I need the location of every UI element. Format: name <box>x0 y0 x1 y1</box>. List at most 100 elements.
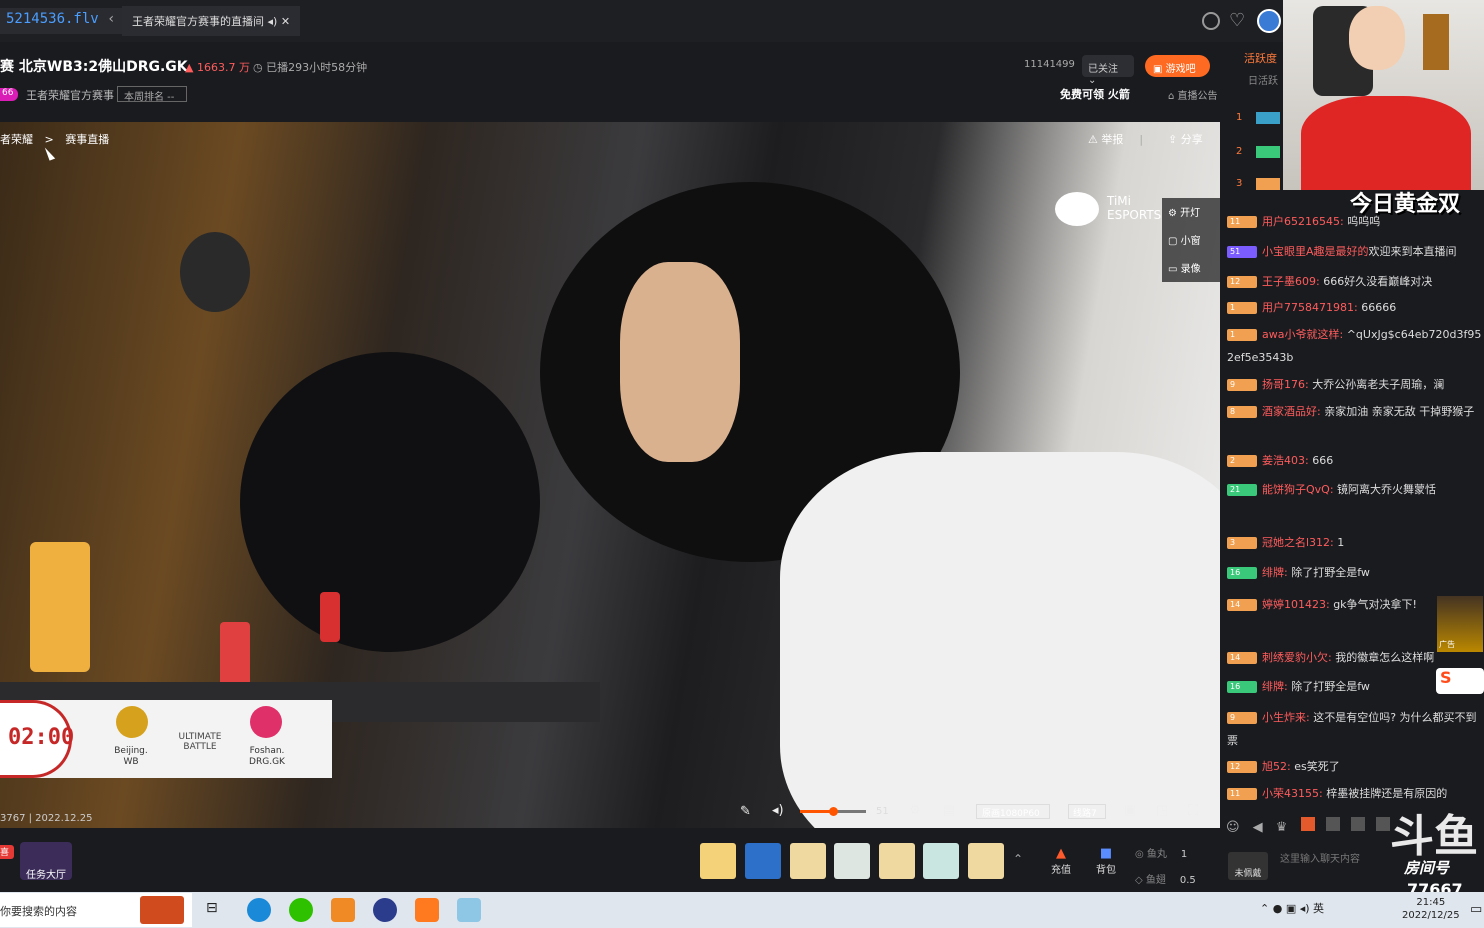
volume-slider[interactable] <box>800 807 866 816</box>
line-selector[interactable]: 线路7 <box>1068 804 1106 819</box>
chat-username[interactable]: 姜浩403: <box>1262 454 1309 467</box>
edit-icon[interactable]: ✎ <box>740 804 751 819</box>
url-fragment-tab[interactable]: 5214536.flv ‹ ○ <box>0 8 139 34</box>
video-side-tools: ⚙ 开灯 ▢ 小窗 ▭ 录像 <box>1162 198 1220 282</box>
chat-username[interactable]: 绯牌: <box>1262 566 1288 579</box>
input-method-icon[interactable]: S <box>1436 668 1484 694</box>
category-link[interactable]: 王者荣耀官方赛事 <box>26 87 114 103</box>
speaker-icon[interactable]: ◂) <box>1300 902 1313 915</box>
quality-selector[interactable]: 原画1080P60 <box>976 804 1050 819</box>
activity-ranking: 活跃度 日活跃 1 2 3 <box>1228 42 1284 192</box>
network-icon[interactable]: ▣ <box>1286 902 1300 915</box>
chat-username[interactable]: 绯牌: <box>1262 680 1288 693</box>
close-tab-icon[interactable]: ✕ <box>281 15 290 28</box>
microphone-icon[interactable]: ● <box>1273 902 1286 915</box>
chat-message: 16 绯牌: 除了打野全是fw <box>1227 561 1483 584</box>
notice-link[interactable]: ⌂ 直播公告 <box>1168 87 1218 102</box>
recharge-button[interactable]: ▲ 充值 <box>1051 846 1071 876</box>
gift-item[interactable] <box>790 843 826 879</box>
chat-input[interactable]: 这里输入聊天内容 <box>1280 850 1360 865</box>
megaphone-icon[interactable]: ◀ <box>1253 820 1263 835</box>
task-hall-button[interactable]: 任务大厅 <box>20 842 72 881</box>
chat-username[interactable]: awa小爷就这样: <box>1262 328 1343 341</box>
share-button[interactable]: ⇪ 分享 <box>1168 131 1203 147</box>
chevron-up-icon[interactable]: ⌃ <box>1260 902 1273 915</box>
fullscreen-icon[interactable]: ⛶ <box>1188 801 1199 819</box>
room-title: 赛 北京WB3:2佛山DRG.GK <box>0 59 188 75</box>
fan-badge: 9 <box>1227 712 1257 724</box>
weekly-rank-button[interactable]: 本周排名 -- <box>117 86 187 103</box>
side-ad[interactable]: 广告 <box>1437 596 1483 652</box>
free-rocket-link[interactable]: 免费可领 火箭 <box>1060 86 1130 102</box>
mini-window-button[interactable]: ▢ 小窗 <box>1168 232 1201 247</box>
browser-tab-active[interactable]: 王者荣耀官方赛事的直播间 ◂) ✕ <box>122 6 301 36</box>
emoji-icon[interactable]: ☺ <box>1226 820 1240 835</box>
gift-item[interactable] <box>879 843 915 879</box>
rank-badge <box>1256 178 1280 190</box>
rank-number: 1 <box>1236 112 1243 123</box>
user-avatar[interactable] <box>1257 9 1281 33</box>
fan-badge: 8 <box>1227 406 1257 418</box>
volume-icon[interactable]: ◂) <box>772 803 784 818</box>
fan-badge: 21 <box>1227 484 1257 496</box>
chat-username[interactable]: 用户65216545: <box>1262 215 1344 228</box>
taskbar-clock[interactable]: 21:45 2022/12/25 <box>1402 896 1460 922</box>
theater-mode-icon[interactable]: ▣ <box>1124 803 1136 818</box>
clock-icon: ◷ <box>253 61 267 74</box>
chat-message: 51 小宝眼里A趣是最好的欢迎来到本直播间 <box>1227 240 1483 263</box>
settings-icon[interactable]: ⚙ <box>909 803 921 818</box>
ime-indicator[interactable]: 英 <box>1313 902 1324 915</box>
activity-badge[interactable]: 喜 <box>0 845 14 859</box>
game-bar-button[interactable]: ▣ 游戏吧 <box>1145 55 1210 77</box>
history-icon[interactable] <box>1202 12 1220 30</box>
chat-username[interactable]: 用户7758471981: <box>1262 301 1358 314</box>
edge-icon[interactable] <box>247 898 271 922</box>
chat-tag-icon[interactable] <box>1300 817 1315 831</box>
fish-wing-balance: ◇ 鱼翅 0.5 <box>1135 875 1196 886</box>
chat-username[interactable]: 冠她之名l312: <box>1262 536 1334 549</box>
red-bottle <box>320 592 340 642</box>
web-fullscreen-icon[interactable]: ◳ <box>1156 803 1168 818</box>
chat-tag-icon[interactable] <box>1350 817 1365 831</box>
gift-item[interactable] <box>834 843 870 879</box>
breadcrumb-game[interactable]: 者荣耀 <box>0 133 33 146</box>
chat-tag-icon[interactable] <box>1325 817 1340 831</box>
gift-item[interactable] <box>745 843 781 879</box>
rank-title[interactable]: 活跃度 <box>1244 50 1277 66</box>
gift-item[interactable] <box>700 843 736 879</box>
chat-username[interactable]: 小荣43155: <box>1262 787 1323 800</box>
chat-username[interactable]: 刺绣爱豹小欠: <box>1262 651 1332 664</box>
follow-button[interactable]: 已关注 ⌄ <box>1082 55 1134 86</box>
browser-icon[interactable] <box>373 898 397 922</box>
notification-icon[interactable]: ▭ <box>1470 902 1482 917</box>
favorite-icon[interactable]: ♡ <box>1229 10 1245 31</box>
gift-item[interactable] <box>923 843 959 879</box>
chat-username[interactable]: 王子墨609: <box>1262 275 1320 288</box>
fan-badge: 16 <box>1227 567 1257 579</box>
chat-username[interactable]: 小宝眼里A趣是最好的 <box>1262 245 1369 258</box>
report-button[interactable]: ⚠ 举报 | <box>1088 131 1143 147</box>
crown-icon[interactable]: ♛ <box>1276 820 1288 835</box>
app-icon[interactable] <box>457 898 481 922</box>
task-view-icon[interactable]: ⊟ <box>206 900 218 916</box>
danmaku-icon[interactable]: ▤ <box>943 803 955 818</box>
camera-icon: ▭ <box>1168 264 1181 275</box>
douyu-app-icon[interactable] <box>415 898 439 922</box>
chat-username[interactable]: 婷婷101423: <box>1262 598 1330 611</box>
gift-item[interactable] <box>968 843 1004 879</box>
chat-tag-icon[interactable] <box>1375 817 1390 831</box>
fan-badge-selector[interactable]: 未佩戴 <box>1228 852 1268 880</box>
chat-username[interactable]: 旭52: <box>1262 760 1291 773</box>
chat-username[interactable]: 扬哥176: <box>1262 378 1309 391</box>
breadcrumb-live[interactable]: 赛事直播 <box>65 133 109 146</box>
record-button[interactable]: ▭ 录像 <box>1168 260 1201 275</box>
light-toggle[interactable]: ⚙ 开灯 <box>1168 204 1200 219</box>
chat-username[interactable]: 酒家酒品好: <box>1262 405 1321 418</box>
bag-button[interactable]: ■ 背包 <box>1096 846 1116 876</box>
chat-username[interactable]: 能饼狗子QvQ: <box>1262 483 1334 496</box>
clock-time: 21:45 <box>1416 897 1446 908</box>
app-icon[interactable] <box>331 898 355 922</box>
chevron-up-icon[interactable]: ⌃ <box>1013 852 1023 866</box>
chat-username[interactable]: 小生炸来: <box>1262 711 1310 724</box>
wechat-icon[interactable] <box>289 898 313 922</box>
